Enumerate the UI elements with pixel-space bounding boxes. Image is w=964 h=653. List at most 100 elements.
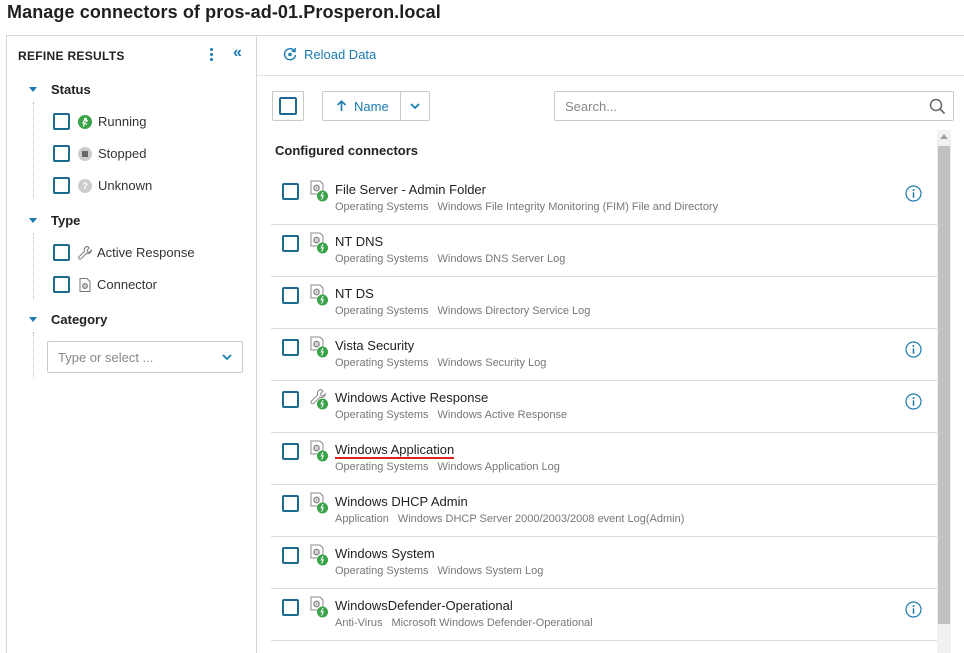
filter-label: Connector (97, 277, 157, 292)
type-group-header[interactable]: Type (29, 213, 80, 228)
status-group-header[interactable]: Status (29, 82, 91, 97)
connector-meta: Application Windows DHCP Server 2000/2003… (335, 513, 684, 525)
page-title: Manage connectors of pros-ad-01.Prospero… (7, 2, 441, 22)
checkbox[interactable] (53, 177, 70, 194)
list-item[interactable]: Windows DHCP Admin Application Windows DHC… (271, 485, 937, 537)
filter-status-running[interactable]: Running (53, 113, 146, 130)
scroll-up-icon[interactable] (940, 134, 948, 139)
running-status-icon (78, 114, 92, 129)
filter-status-stopped[interactable]: Stopped (53, 145, 146, 162)
sort-label: Name (354, 98, 389, 114)
connector-description: Windows System Log (437, 565, 544, 577)
checkbox[interactable] (282, 235, 299, 252)
checkbox[interactable] (53, 244, 70, 261)
connector-name[interactable]: File Server - Admin Folder (335, 182, 486, 197)
connector-description: Windows Application Log (437, 461, 560, 473)
wrench-icon (78, 245, 92, 260)
filter-label: Active Response (97, 245, 195, 260)
connector-category: Operating Systems (335, 253, 429, 265)
connector-meta: Operating Systems Windows Active Response (335, 409, 567, 421)
connector-category: Operating Systems (335, 305, 429, 317)
info-icon[interactable] (905, 601, 922, 623)
filter-label: Stopped (98, 146, 147, 161)
connector-category: Operating Systems (335, 461, 429, 473)
category-placeholder: Type or select ... (58, 349, 154, 365)
reload-data-button[interactable]: Reload Data (282, 46, 376, 62)
connectors-panel: Reload Data Name Configured connectors F… (257, 35, 964, 653)
checkbox[interactable] (53, 276, 70, 293)
list-item[interactable]: Windows System Operating Systems Windows S… (271, 537, 937, 589)
checkbox[interactable] (282, 443, 299, 460)
connector-name[interactable]: NT DNS (335, 234, 383, 249)
checkbox[interactable] (53, 113, 70, 130)
connector-running-icon (309, 180, 329, 202)
list-item[interactable]: Windows Application Operating Systems Wind… (271, 433, 937, 485)
filter-label: Unknown (98, 178, 153, 193)
checkbox[interactable] (282, 391, 299, 408)
checkbox[interactable] (282, 599, 299, 616)
refine-results-title: REFINE RESULTS (18, 49, 125, 63)
sort-by-name-button[interactable]: Name (323, 92, 401, 120)
category-group-header[interactable]: Category (29, 312, 107, 327)
search-input[interactable] (555, 92, 915, 120)
caret-down-icon (29, 317, 37, 322)
more-options-icon[interactable] (206, 47, 216, 63)
tree-line (33, 102, 34, 198)
select-all-checkbox[interactable] (272, 91, 304, 121)
info-icon[interactable] (905, 393, 922, 415)
connector-meta: Operating Systems Windows DNS Server Log (335, 253, 565, 265)
divider (257, 75, 964, 76)
list-item[interactable]: Windows Active Response Operating Systems… (271, 381, 937, 433)
checkbox[interactable] (282, 339, 299, 356)
connector-description: Windows DNS Server Log (437, 253, 566, 265)
list-item[interactable]: WindowsDefender-Operational Anti-Virus Mic… (271, 589, 937, 641)
checkbox[interactable] (279, 97, 297, 115)
connector-description: Windows Security Log (437, 357, 547, 369)
info-icon[interactable] (905, 341, 922, 363)
connector-meta: Operating Systems Windows System Log (335, 565, 543, 577)
status-group-label: Status (51, 82, 91, 97)
list-item[interactable]: NT DNS Operating Systems Windows DNS Serve… (271, 225, 937, 277)
connector-name[interactable]: Windows Application (335, 442, 455, 459)
list-item[interactable]: NT DS Operating Systems Windows Directory … (271, 277, 937, 329)
connector-category: Application (335, 513, 389, 525)
connector-name[interactable]: Vista Security (335, 338, 414, 353)
connector-meta: Operating Systems Windows Directory Servi… (335, 305, 590, 317)
info-icon[interactable] (905, 185, 922, 207)
caret-down-icon (29, 87, 37, 92)
checkbox[interactable] (282, 183, 299, 200)
type-group-label: Type (51, 213, 81, 228)
sort-dropdown-button[interactable] (401, 100, 429, 112)
filter-type-active-response[interactable]: Active Response (53, 244, 195, 261)
checkbox[interactable] (53, 145, 70, 162)
connector-name[interactable]: NT DS (335, 286, 374, 301)
scrollbar[interactable] (937, 130, 951, 653)
connector-meta: Anti-Virus Microsoft Windows Defender-Ope… (335, 617, 593, 629)
filter-type-connector[interactable]: Connector (53, 276, 157, 293)
scrollbar-thumb[interactable] (938, 146, 950, 624)
connector-running-icon (309, 440, 329, 462)
connector-name[interactable]: Windows DHCP Admin (335, 494, 468, 509)
collapse-panel-icon[interactable]: « (233, 45, 242, 61)
checkbox[interactable] (282, 287, 299, 304)
checkbox[interactable] (282, 547, 299, 564)
connector-running-icon (309, 232, 329, 254)
connector-category: Operating Systems (335, 201, 429, 213)
connector-meta: Operating Systems Windows Application Log (335, 461, 560, 473)
checkbox[interactable] (282, 495, 299, 512)
connector-list: File Server - Admin Folder Operating Syst… (271, 173, 937, 641)
connector-running-icon (309, 492, 329, 514)
connector-description: Microsoft Windows Defender-Operational (391, 617, 593, 629)
list-item[interactable]: File Server - Admin Folder Operating Syst… (271, 173, 937, 225)
connector-meta: Operating Systems Windows File Integrity … (335, 201, 718, 213)
connector-name[interactable]: Windows Active Response (335, 390, 488, 405)
connector-name[interactable]: WindowsDefender-Operational (335, 598, 513, 613)
category-select[interactable]: Type or select ... (47, 341, 243, 373)
search-icon[interactable] (929, 98, 946, 115)
wrench-icon (309, 388, 329, 410)
filter-status-unknown[interactable]: ? Unknown (53, 177, 152, 194)
connector-description: Windows Directory Service Log (437, 305, 591, 317)
connector-name[interactable]: Windows System (335, 546, 435, 561)
chevron-down-icon (410, 103, 420, 110)
list-item[interactable]: Vista Security Operating Systems Windows S… (271, 329, 937, 381)
